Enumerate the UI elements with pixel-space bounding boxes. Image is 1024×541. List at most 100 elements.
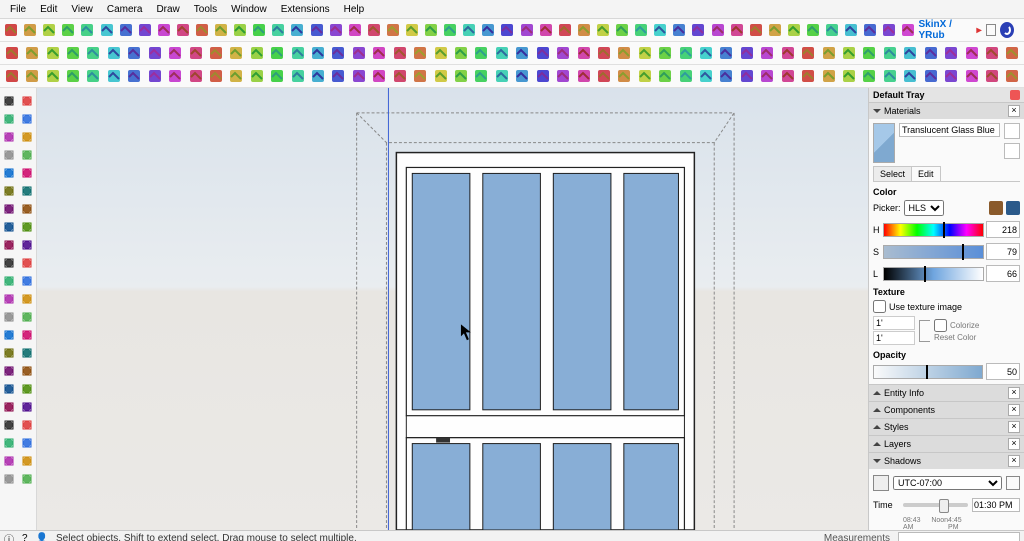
toolbar-icon[interactable]: [327, 20, 345, 40]
toolbar-icon[interactable]: [823, 20, 841, 40]
status-info-icon[interactable]: ⓘ: [4, 531, 14, 541]
toolbar-icon[interactable]: [390, 66, 409, 86]
toolbar-icon[interactable]: [860, 43, 879, 63]
toolbar-icon[interactable]: [785, 20, 803, 40]
toolbar-icon[interactable]: [901, 43, 920, 63]
toolbar-icon[interactable]: [431, 43, 450, 63]
toolbar-icon[interactable]: [556, 20, 574, 40]
toolbar-icon[interactable]: [104, 66, 123, 86]
tool-icon[interactable]: [19, 434, 36, 451]
opacity-slider[interactable]: [873, 365, 983, 379]
tool-icon[interactable]: [19, 182, 36, 199]
tool-icon[interactable]: [1, 326, 18, 343]
toolbar-icon[interactable]: [839, 43, 858, 63]
tool-icon[interactable]: [1, 200, 18, 217]
toolbar-icon[interactable]: [962, 43, 981, 63]
toolbar-icon[interactable]: [346, 20, 364, 40]
tool-icon[interactable]: [1, 380, 18, 397]
toolbar-icon[interactable]: [594, 66, 613, 86]
toolbar-icon[interactable]: [247, 43, 266, 63]
toolbar-icon[interactable]: [308, 43, 327, 63]
toolbar-icon[interactable]: [594, 43, 613, 63]
tool-icon[interactable]: [19, 398, 36, 415]
toolbar-icon[interactable]: [329, 43, 348, 63]
toolbar-icon[interactable]: [615, 66, 634, 86]
tool-icon[interactable]: [19, 218, 36, 235]
toolbar-icon[interactable]: [365, 20, 383, 40]
toolbar-icon[interactable]: [384, 20, 402, 40]
texture-height-input[interactable]: [873, 331, 915, 345]
toolbar-icon[interactable]: [766, 20, 784, 40]
color-picker-select[interactable]: HLS: [904, 200, 944, 216]
tool-icon[interactable]: [1, 218, 18, 235]
use-texture-checkbox[interactable]: [873, 300, 886, 313]
toolbar-icon[interactable]: [901, 66, 920, 86]
timezone-select[interactable]: UTC-07:00: [893, 476, 1002, 490]
toolbar-icon[interactable]: [513, 66, 532, 86]
panel-close-icon[interactable]: ×: [1008, 421, 1020, 433]
material-name-input[interactable]: [899, 123, 1000, 137]
tool-icon[interactable]: [19, 164, 36, 181]
toolbar-icon[interactable]: [747, 20, 765, 40]
toolbar-icon[interactable]: [410, 66, 429, 86]
toolbar-icon[interactable]: [778, 66, 797, 86]
time-input[interactable]: [972, 498, 1020, 512]
tool-icon[interactable]: [19, 344, 36, 361]
toolbar-icon[interactable]: [250, 20, 268, 40]
tool-icon[interactable]: [1, 272, 18, 289]
toolbar-icon[interactable]: [193, 20, 211, 40]
match-screen-color-icon[interactable]: [989, 201, 1003, 215]
menu-help[interactable]: Help: [338, 2, 371, 17]
measurements-input[interactable]: [898, 532, 1020, 541]
opacity-input[interactable]: [986, 363, 1020, 380]
toolbar-icon[interactable]: [635, 66, 654, 86]
toolbar-icon[interactable]: [59, 20, 77, 40]
toolbar-icon[interactable]: [227, 66, 246, 86]
toolbar-icon[interactable]: [451, 66, 470, 86]
entity-info-panel-header[interactable]: Entity Info×: [869, 385, 1024, 401]
shadows-options-icon[interactable]: [1006, 476, 1020, 490]
shadows-close-icon[interactable]: ×: [1008, 455, 1020, 467]
lgt-slider[interactable]: [883, 267, 984, 281]
toolbar-icon[interactable]: [97, 20, 115, 40]
hue-slider[interactable]: [883, 223, 984, 237]
toolbar-icon[interactable]: [472, 43, 491, 63]
toolbar-icon[interactable]: [696, 66, 715, 86]
toolbar-icon[interactable]: [842, 20, 860, 40]
toolbar-icon[interactable]: [2, 43, 21, 63]
create-material-icon[interactable]: [1004, 143, 1020, 159]
toolbar-icon[interactable]: [165, 66, 184, 86]
materials-panel-header[interactable]: Materials ×: [869, 103, 1024, 119]
toolbar-icon[interactable]: [656, 66, 675, 86]
toolbar-icon[interactable]: [899, 20, 917, 40]
materials-tab-edit[interactable]: Edit: [911, 166, 941, 181]
toolbar-icon[interactable]: [155, 20, 173, 40]
toolbar-icon[interactable]: [186, 43, 205, 63]
tool-icon[interactable]: [19, 452, 36, 469]
toolbar-icon[interactable]: [329, 66, 348, 86]
toolbar-icon[interactable]: [860, 66, 879, 86]
toolbar-icon[interactable]: [145, 43, 164, 63]
toolbar-icon[interactable]: [613, 20, 631, 40]
tool-icon[interactable]: [19, 290, 36, 307]
toolbar-icon[interactable]: [941, 43, 960, 63]
toolbar-icon[interactable]: [553, 43, 572, 63]
toolbar-icon[interactable]: [513, 43, 532, 63]
toolbar-icon[interactable]: [349, 66, 368, 86]
tool-icon[interactable]: [1, 290, 18, 307]
toolbar-icon[interactable]: [441, 20, 459, 40]
toolbar-icon[interactable]: [117, 20, 135, 40]
toolbar-icon[interactable]: [40, 20, 58, 40]
toolbar-icon[interactable]: [758, 66, 777, 86]
time-slider[interactable]: [903, 503, 968, 507]
toolbar-icon[interactable]: [22, 43, 41, 63]
toolbar-icon[interactable]: [676, 66, 695, 86]
toolbar-icon[interactable]: [492, 43, 511, 63]
toolbar-icon[interactable]: [2, 20, 20, 40]
toolbar-icon[interactable]: [43, 66, 62, 86]
toolbar-icon[interactable]: [125, 43, 144, 63]
tray-pin-icon[interactable]: [1010, 90, 1020, 100]
toolbar-icon[interactable]: [798, 66, 817, 86]
toolbar-icon[interactable]: [758, 43, 777, 63]
toolbar-icon[interactable]: [288, 20, 306, 40]
